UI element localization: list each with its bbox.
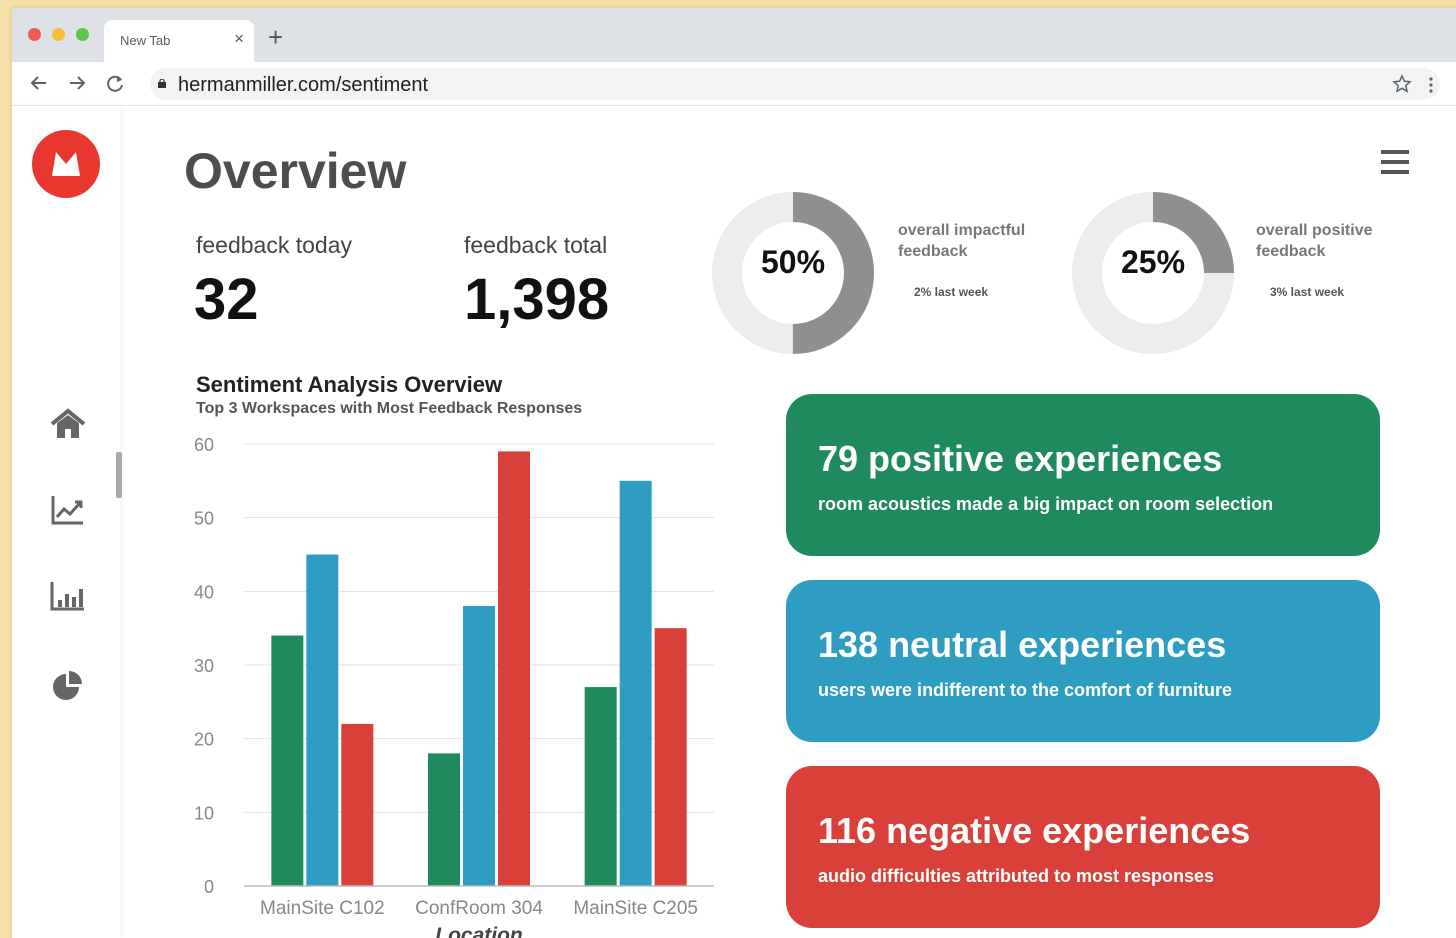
home-icon[interactable] <box>48 406 88 442</box>
main-content: Overview feedback today 32 feedback tota… <box>120 106 1456 938</box>
chart-subtitle: Top 3 Workspaces with Most Feedback Resp… <box>196 400 583 417</box>
sidebar <box>12 106 122 938</box>
x-tick-label: MainSite C102 <box>260 898 385 919</box>
tab-title: New Tab <box>120 33 171 48</box>
donut-positive-label: overall positive feedback <box>1256 222 1373 260</box>
new-tab-button[interactable]: + <box>268 24 283 50</box>
chart-bar <box>306 554 339 886</box>
x-tick-label: ConfRoom 304 <box>415 898 543 919</box>
browser-toolbar: hermanmiller.com/sentiment <box>12 62 1456 106</box>
y-tick-label: 60 <box>194 435 214 455</box>
positive-experiences-card[interactable]: 79 positive experiences room acoustics m… <box>786 394 1380 556</box>
positive-card-title: 79 positive experiences <box>818 438 1223 479</box>
feedback-total-value: 1,398 <box>464 267 610 332</box>
tab-strip: New Tab × + <box>12 8 1456 62</box>
bookmark-star-icon[interactable] <box>1392 74 1412 94</box>
close-window-button[interactable] <box>28 28 41 41</box>
pie-chart-icon[interactable] <box>48 668 88 704</box>
positive-card-description: room acoustics made a big impact on room… <box>818 494 1274 514</box>
donut-positive-delta: 3% last week <box>1270 285 1345 299</box>
negative-experiences-card[interactable]: 116 negative experiences audio difficult… <box>786 766 1380 928</box>
browser-menu-icon[interactable] <box>1428 76 1434 94</box>
y-tick-label: 30 <box>194 656 214 676</box>
donut-positive-percent: 25% <box>1120 244 1186 280</box>
neutral-experiences-card[interactable]: 138 neutral experiences users were indif… <box>786 580 1380 742</box>
herman-miller-logo[interactable] <box>32 130 100 198</box>
chart-bar <box>584 687 617 886</box>
y-tick-label: 10 <box>194 803 214 823</box>
tab-close-icon[interactable]: × <box>234 29 244 49</box>
minimize-window-button[interactable] <box>52 28 65 41</box>
x-tick-label: MainSite C205 <box>573 898 698 919</box>
chart-bar <box>619 480 652 886</box>
reload-icon[interactable] <box>104 72 126 94</box>
logo-mark-icon <box>52 152 80 176</box>
donut-impactful-percent: 50% <box>760 244 826 280</box>
forward-arrow-icon[interactable] <box>66 72 88 94</box>
x-axis-title: Location <box>435 924 523 938</box>
url-text: hermanmiller.com/sentiment <box>178 74 429 96</box>
chart-bar <box>428 753 460 886</box>
negative-card-title: 116 negative experiences <box>818 810 1251 851</box>
chart-bar <box>654 628 687 886</box>
browser-tab[interactable]: New Tab × <box>104 20 254 62</box>
neutral-card-title: 138 neutral experiences <box>818 624 1227 665</box>
back-arrow-icon[interactable] <box>28 72 50 94</box>
bar-chart-icon[interactable] <box>48 578 88 614</box>
hamburger-menu-icon[interactable] <box>1380 148 1410 176</box>
donut-impactful: 50% <box>708 188 878 358</box>
y-tick-label: 20 <box>194 730 214 750</box>
sentiment-bar-chart: 0 10 20 30 40 50 60 MainSite C102 ConfRoom 304 Ma… <box>194 435 714 938</box>
chart-bar <box>341 723 374 886</box>
y-tick-label: 0 <box>204 877 214 897</box>
y-tick-label: 40 <box>194 582 214 602</box>
maximize-window-button[interactable] <box>76 28 89 41</box>
trend-chart-icon[interactable] <box>48 492 88 528</box>
donut-impactful-delta: 2% last week <box>914 285 989 299</box>
chart-bar <box>498 451 530 886</box>
address-bar[interactable]: hermanmiller.com/sentiment <box>150 68 1440 100</box>
negative-card-description: audio difficulties attributed to most re… <box>818 866 1215 886</box>
donut-positive: 25% <box>1068 188 1238 358</box>
page-title: Overview <box>184 143 407 199</box>
donut-impactful-label: overall impactful feedback <box>898 222 1026 260</box>
chart-title: Sentiment Analysis Overview <box>196 372 503 397</box>
feedback-total-label: feedback total <box>464 232 608 258</box>
neutral-card-description: users were indifferent to the comfort of… <box>818 680 1233 700</box>
browser-window: New Tab × + hermanmiller.com/sentiment O… <box>12 8 1456 938</box>
feedback-today-value: 32 <box>194 267 259 332</box>
chart-bar <box>463 606 495 886</box>
lock-icon <box>158 79 166 88</box>
chart-bar <box>271 635 304 886</box>
dashboard-app: Overview feedback today 32 feedback tota… <box>12 106 1456 938</box>
feedback-today-label: feedback today <box>196 232 353 258</box>
y-tick-label: 50 <box>194 509 214 529</box>
